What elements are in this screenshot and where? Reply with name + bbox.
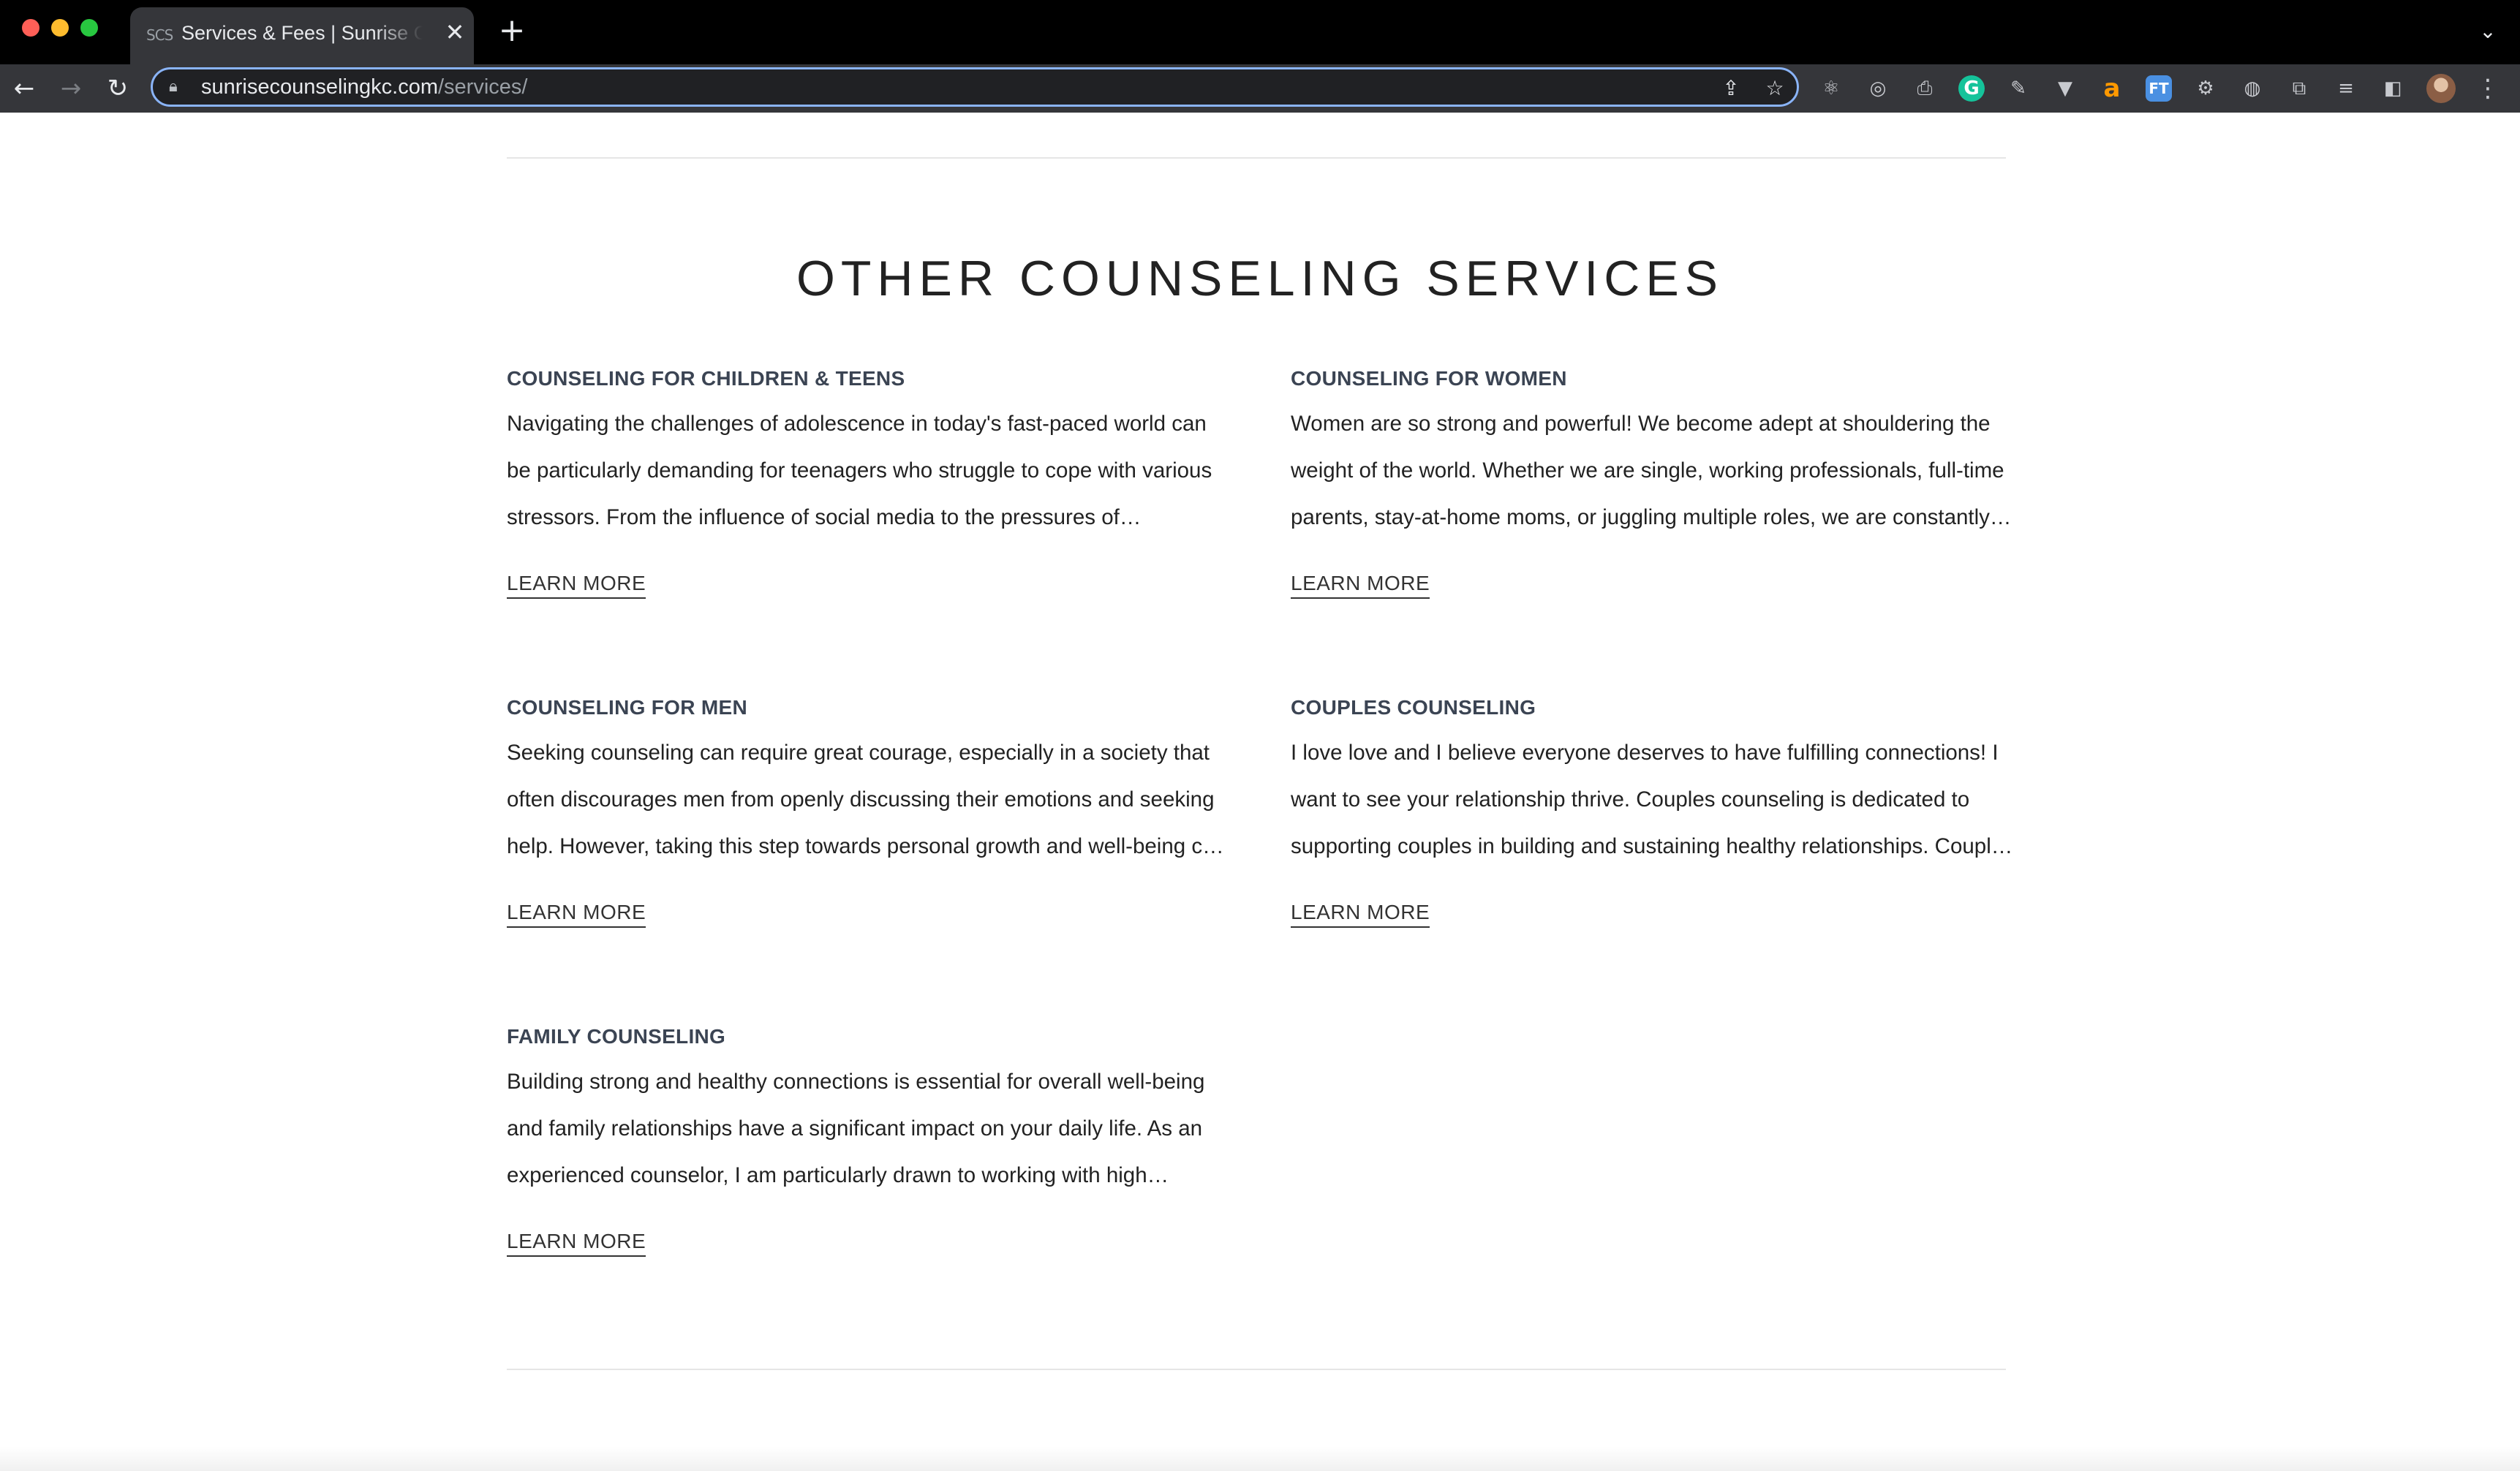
browser-menu-icon[interactable]: ⋮	[2475, 75, 2501, 102]
grammarly-icon[interactable]: G	[1958, 75, 1985, 102]
tab-title: Services & Fees | Sunrise Counseling	[181, 22, 423, 44]
page-content: OTHER COUNSELING SERVICES COUNSELING FOR…	[0, 113, 2520, 1471]
browser-tab-strip: SCS Services & Fees | Sunrise Counseling…	[0, 0, 2520, 64]
service-title: FAMILY COUNSELING	[507, 1025, 726, 1048]
site-favicon-icon: SCS	[146, 26, 173, 44]
browser-toolbar: ← → ↻ 🔒︎ sunrisecounselingkc.com/service…	[0, 64, 2520, 113]
section-title: OTHER COUNSELING SERVICES	[796, 251, 1724, 306]
minimize-window-button[interactable]	[51, 19, 69, 37]
tab-search-chevron-icon[interactable]: ⌄	[2473, 19, 2502, 45]
learn-more-link[interactable]: LEARN MORE	[507, 1230, 646, 1257]
web-extension-icon[interactable]: ◍	[2239, 75, 2266, 102]
printer-extension-icon[interactable]: ⎙	[1912, 75, 1938, 102]
learn-more-link[interactable]: LEARN MORE	[1291, 572, 1430, 599]
reload-icon[interactable]: ↻	[101, 72, 135, 105]
learn-more-link[interactable]: LEARN MORE	[507, 572, 646, 599]
service-card-children-teens: COUNSELING FOR CHILDREN & TEENS Navigati…	[507, 367, 1231, 601]
top-divider	[507, 157, 2006, 159]
service-excerpt: I love love and I believe everyone deser…	[1291, 741, 2014, 858]
service-card-men: COUNSELING FOR MEN Seeking counseling ca…	[507, 696, 1231, 930]
share-icon[interactable]: ⇪	[1718, 75, 1744, 102]
service-title: COUNSELING FOR MEN	[507, 696, 747, 719]
lock-icon[interactable]: 🔒︎	[169, 77, 186, 97]
ft-extension-icon[interactable]: FT	[2146, 75, 2172, 102]
tab-close-icon[interactable]: ✕	[442, 19, 468, 45]
target-extension-icon[interactable]: ◎	[1865, 75, 1891, 102]
fullscreen-window-button[interactable]	[80, 19, 98, 37]
bookmark-star-icon[interactable]: ☆	[1762, 75, 1788, 102]
url-path: /services/	[437, 75, 528, 99]
side-panel-icon[interactable]: ◧	[2380, 75, 2406, 102]
service-title: COUNSELING FOR WOMEN	[1291, 367, 1567, 390]
close-window-button[interactable]	[22, 19, 39, 37]
profile-avatar[interactable]	[2426, 74, 2456, 103]
settings-extension-icon[interactable]: ⚙	[2192, 75, 2219, 102]
url-host: sunrisecounselingkc.com	[201, 75, 438, 99]
address-bar[interactable]: 🔒︎ sunrisecounselingkc.com/services/ ⇪ ☆	[151, 67, 1799, 107]
service-card-family: FAMILY COUNSELING Building strong and he…	[507, 1025, 1231, 1259]
service-excerpt: Seeking counseling can require great cou…	[507, 741, 1226, 858]
browser-tab-active[interactable]: SCS Services & Fees | Sunrise Counseling…	[130, 7, 474, 64]
service-card-couples: COUPLES COUNSELING I love love and I bel…	[1291, 696, 2015, 930]
vue-devtools-icon[interactable]: ▼	[2052, 75, 2078, 102]
react-devtools-icon[interactable]: ⚛	[1818, 75, 1844, 102]
service-excerpt: Women are so strong and powerful! We bec…	[1291, 412, 2004, 529]
new-tab-icon[interactable]: +	[497, 15, 527, 47]
extensions-puzzle-icon[interactable]: ⧉	[2286, 75, 2312, 102]
service-excerpt: Navigating the challenges of adolescence…	[507, 412, 1212, 529]
forward-arrow-icon[interactable]: →	[54, 72, 88, 105]
service-excerpt: Building strong and healthy connections …	[507, 1070, 1205, 1187]
bottom-divider	[507, 1369, 2006, 1370]
service-title: COUNSELING FOR CHILDREN & TEENS	[507, 367, 905, 390]
service-title: COUPLES COUNSELING	[1291, 696, 1536, 719]
learn-more-link[interactable]: LEARN MORE	[1291, 901, 1430, 928]
back-arrow-icon[interactable]: ←	[7, 72, 41, 105]
reading-list-icon[interactable]: ≡	[2333, 75, 2359, 102]
service-card-women: COUNSELING FOR WOMEN Women are so strong…	[1291, 367, 2015, 601]
color-picker-icon[interactable]: ✎	[2005, 75, 2032, 102]
learn-more-link[interactable]: LEARN MORE	[507, 901, 646, 928]
amazon-icon[interactable]: a	[2099, 75, 2125, 102]
footer-shadow	[0, 1446, 2520, 1471]
address-bar-url[interactable]: sunrisecounselingkc.com/services/	[201, 75, 527, 99]
